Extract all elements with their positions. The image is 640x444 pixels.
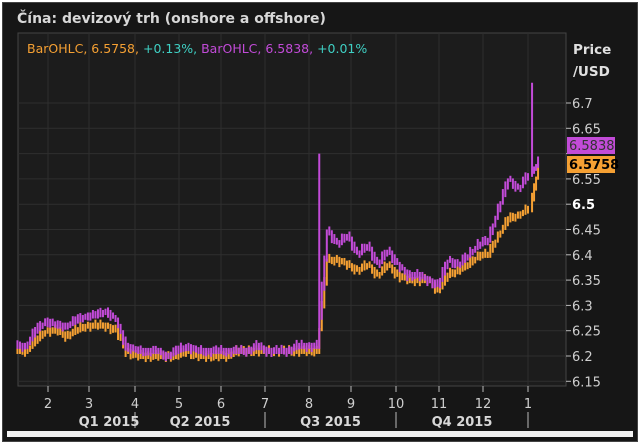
y-tick-label: 6.15 [572,375,601,390]
x-tick-label: 11 [431,397,448,412]
y-tick-label: 6.3 [572,299,593,314]
x-tick-label: 7 [261,397,269,412]
unit-line-1: Price [573,42,612,58]
y-tick-label: 6.2 [572,350,593,365]
quarter-label: Q1 2015 [79,415,140,430]
x-tick-label: 4 [131,397,139,412]
price-chart: 6.15 6.2 6.25 6.3 6.35 6.4 6.45 6.5 6.55 6.65 6.7 2… [16,32,619,430]
x-tick-label: 10 [388,397,405,412]
x-tick-label: 9 [347,397,355,412]
y-tick-label: 6.25 [572,325,601,340]
legend-s1-value: 6.5758 [91,41,136,56]
legend-s1-name: BarOHLC [27,41,84,56]
last-value-label: 6.5838 [569,139,615,154]
legend-s2-value: 6.5838 [265,41,310,56]
y-tick-label: 6.4 [572,249,593,264]
y-tick-label: 6.45 [572,224,601,239]
horizontal-scrollbar[interactable] [7,431,633,437]
x-tick-label: 8 [305,397,313,412]
quarter-label: Q4 2015 [432,415,493,430]
unit-line-2: /USD [573,64,610,80]
x-tick-label: 6 [217,397,225,412]
legend: BarOHLC, 6.5758, +0.13%, BarOHLC, 6.5838… [27,41,368,56]
x-tick-label: 5 [175,397,183,412]
chart-window: 6.15 6.2 6.25 6.3 6.35 6.4 6.45 6.5 6.55 6.65 6.7 2… [2,2,638,442]
quarter-label: Q2 2015 [170,415,231,430]
quarter-label: Q3 2015 [300,415,361,430]
x-tick-label: 3 [85,397,93,412]
x-tick-label: 1 [524,397,532,412]
x-tick-label: 2 [44,397,52,412]
y-tick-label: 6.7 [572,97,593,112]
y-tick-label: 6.35 [572,274,601,289]
y-tick-label: 6.65 [572,122,601,137]
y-axis-unit: Price /USD [573,39,611,83]
x-tick-label: 12 [475,397,492,412]
last-value-label: 6.5758 [569,158,619,173]
legend-s1-change: +0.13% [142,41,194,56]
legend-s2-name: BarOHLC [201,41,258,56]
y-tick-label: 6.5 [572,198,595,213]
y-tick-label: 6.55 [572,173,601,188]
plot-area [17,32,567,387]
legend-s2-change: +0.01% [317,41,368,56]
chart-title: Čína: devizový trh (onshore a offshore) [17,11,326,27]
